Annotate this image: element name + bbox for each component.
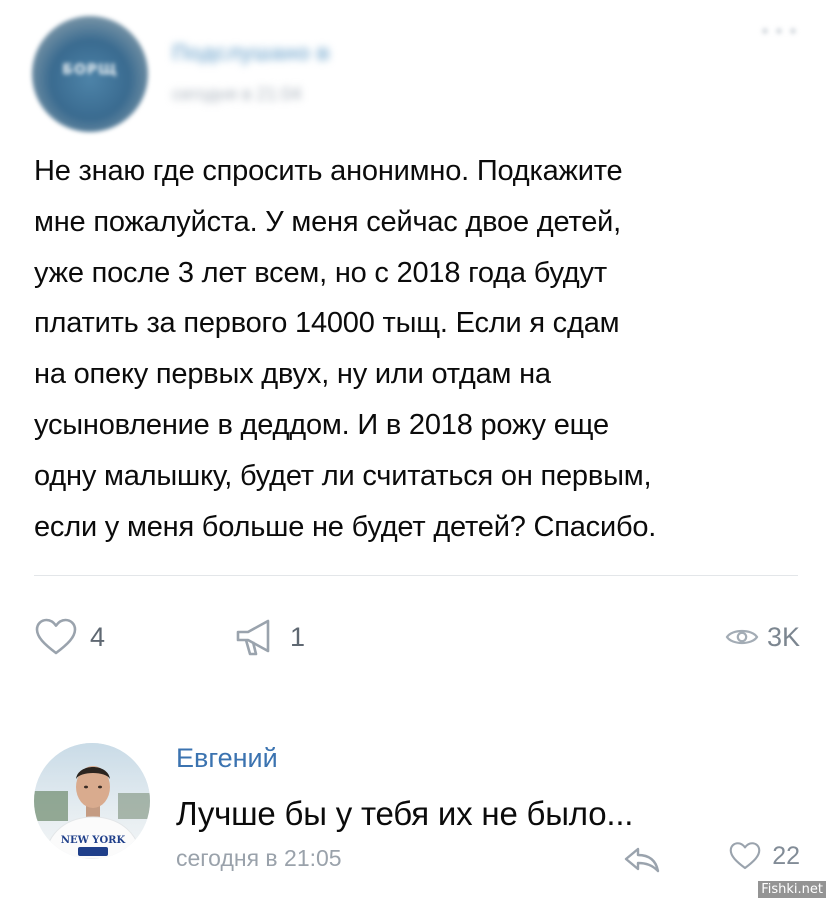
post-divider	[34, 575, 798, 576]
share-count: 1	[290, 621, 306, 652]
comment-author[interactable]: Евгений	[176, 743, 278, 774]
community-avatar[interactable]: БОРЩ	[32, 16, 148, 132]
post-actions-bar: 4 1 3K	[34, 612, 800, 662]
commenter-avatar[interactable]: NEW YORK	[34, 743, 150, 859]
post-time: сегодня в 21:04	[172, 84, 302, 104]
post-header: БОРЩ Подслушано в сегодня в 21:04	[32, 12, 802, 132]
post-text: Не знаю где спросить анонимно. Подкажите…	[34, 155, 657, 543]
heart-icon	[35, 618, 77, 655]
commenter-photo: NEW YORK	[34, 743, 150, 859]
comment-time: сегодня в 21:05	[176, 845, 342, 871]
views-counter: 3K	[725, 612, 800, 662]
reply-button[interactable]	[622, 843, 662, 875]
like-count: 4	[90, 621, 106, 652]
megaphone-share-icon	[236, 619, 270, 656]
comment: NEW YORK Евгений Лучше бы у тебя их не б…	[34, 735, 804, 885]
heart-icon	[729, 842, 761, 870]
views-count: 3K	[766, 621, 800, 652]
community-name[interactable]: Подслушано в	[172, 40, 330, 66]
community-avatar-text: БОРЩ	[62, 62, 118, 78]
watermark: Fishki.net	[758, 881, 826, 898]
comment-like-count: 22	[772, 841, 800, 870]
like-button[interactable]: 4	[34, 612, 105, 662]
comment-text: Лучше бы у тебя их не было...	[176, 795, 634, 832]
comment-like-button[interactable]: 22	[728, 841, 800, 871]
eye-icon	[725, 629, 759, 645]
share-button[interactable]: 1	[234, 612, 305, 662]
more-options-icon[interactable]	[756, 28, 796, 44]
reply-arrow-icon	[624, 847, 660, 873]
shirt-print: NEW YORK	[61, 835, 126, 846]
